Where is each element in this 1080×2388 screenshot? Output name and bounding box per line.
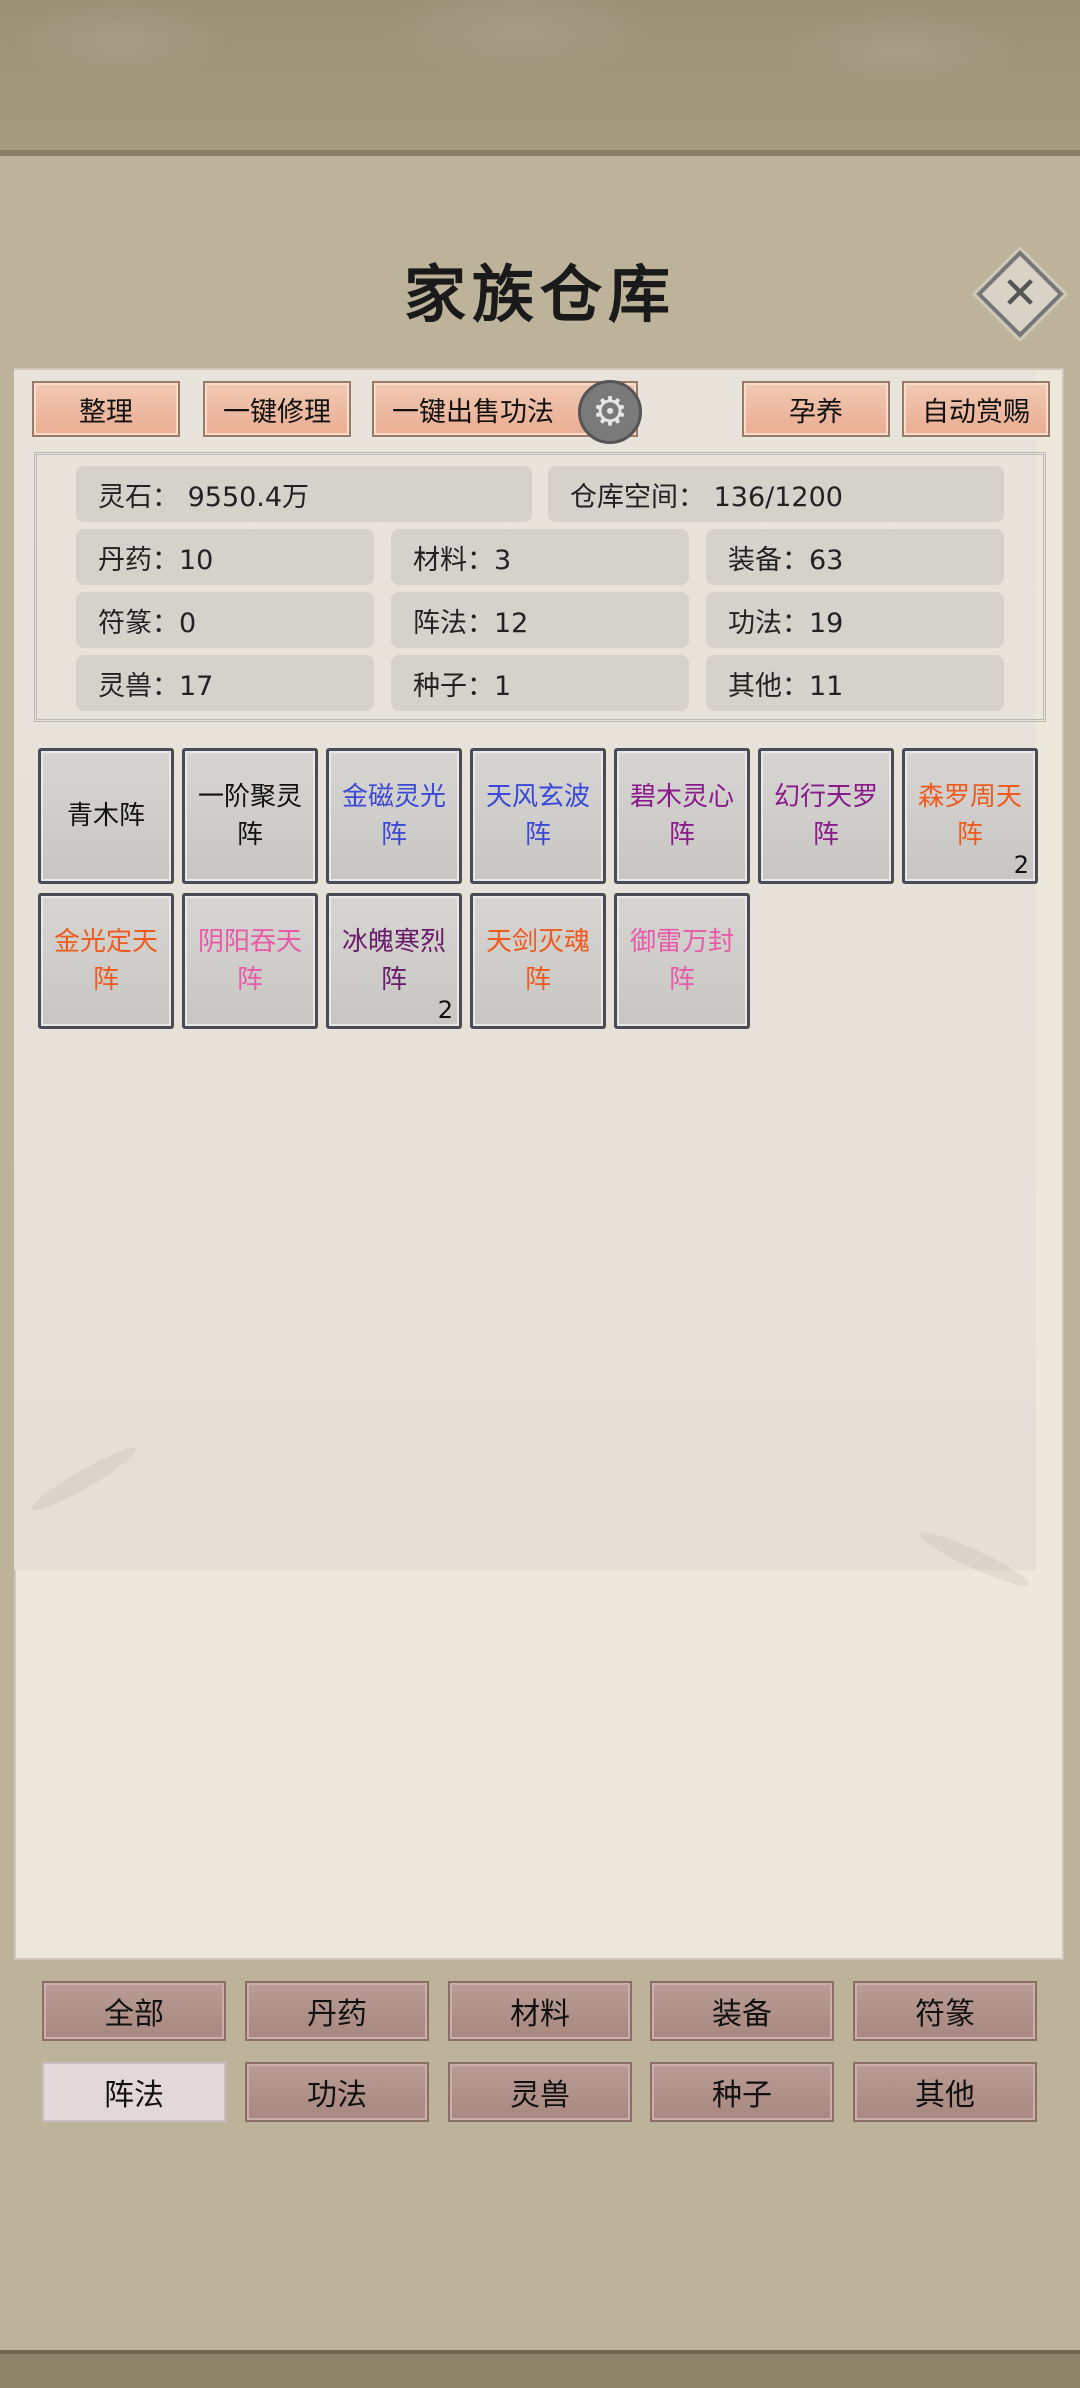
breed-button[interactable]: 孕养 <box>742 381 890 437</box>
spirit-stone-stat: 灵石： 9550.4万 <box>76 466 532 522</box>
formations-stat: 阵法：12 <box>391 592 689 648</box>
item-slot[interactable]: 冰魄寒烈阵 2 <box>326 893 462 1029</box>
seeds-stat: 种子：1 <box>391 655 689 711</box>
equipment-stat: 装备：63 <box>706 529 1004 585</box>
item-name: 冰魄寒烈阵 <box>341 927 446 995</box>
item-slot[interactable]: 天风玄波阵 <box>470 748 606 884</box>
top-decoration <box>0 0 1080 156</box>
storage-space-stat: 仓库空间： 136/1200 <box>548 466 1004 522</box>
tab-skills[interactable]: 功法 <box>245 2062 429 2122</box>
item-name: 阴阳吞天阵 <box>197 927 302 995</box>
item-slot[interactable]: 幻行天罗阵 <box>758 748 894 884</box>
auto-reward-button[interactable]: 自动赏赐 <box>902 381 1050 437</box>
item-name: 青木阵 <box>66 801 145 831</box>
gear-icon[interactable]: ⚙ <box>578 380 642 444</box>
item-name: 天风玄波阵 <box>485 782 590 850</box>
tab-seeds[interactable]: 种子 <box>650 2062 834 2122</box>
skills-stat: 功法：19 <box>706 592 1004 648</box>
item-name: 天剑灭魂阵 <box>485 927 590 995</box>
tab-talismans[interactable]: 符篆 <box>853 1981 1037 2041</box>
page-title: 家族仓库 <box>403 258 676 331</box>
item-slot[interactable]: 御雷万封阵 <box>614 893 750 1029</box>
item-slot[interactable]: 金磁灵光阵 <box>326 748 462 884</box>
tab-equipment[interactable]: 装备 <box>650 1981 834 2041</box>
item-name: 金光定天阵 <box>53 927 158 995</box>
bamboo-leaf-decoration <box>27 1441 141 1517</box>
item-name: 一阶聚灵阵 <box>197 782 302 850</box>
item-name: 碧木灵心阵 <box>629 782 734 850</box>
repair-all-button[interactable]: 一键修理 <box>203 381 351 437</box>
item-slot[interactable]: 一阶聚灵阵 <box>182 748 318 884</box>
tab-beasts[interactable]: 灵兽 <box>448 2062 632 2122</box>
bottom-decoration <box>0 2350 1080 2388</box>
item-slot[interactable]: 碧木灵心阵 <box>614 748 750 884</box>
item-name: 御雷万封阵 <box>629 927 734 995</box>
beasts-stat: 灵兽：17 <box>76 655 374 711</box>
item-slot[interactable]: 森罗周天阵 2 <box>902 748 1038 884</box>
item-name: 金磁灵光阵 <box>341 782 446 850</box>
item-name: 森罗周天阵 <box>917 782 1022 850</box>
item-slot[interactable]: 金光定天阵 <box>38 893 174 1029</box>
others-stat: 其他：11 <box>706 655 1004 711</box>
item-slot[interactable]: 阴阳吞天阵 <box>182 893 318 1029</box>
tab-formations[interactable]: 阵法 <box>42 2062 226 2122</box>
item-slot[interactable]: 天剑灭魂阵 <box>470 893 606 1029</box>
sell-all-skills-label: 一键出售功法 <box>392 396 554 428</box>
tab-pills[interactable]: 丹药 <box>245 1981 429 2041</box>
materials-stat: 材料：3 <box>391 529 689 585</box>
pills-stat: 丹药：10 <box>76 529 374 585</box>
close-icon: ✕ <box>1001 268 1039 319</box>
item-count: 2 <box>437 996 453 1024</box>
item-name: 幻行天罗阵 <box>773 782 878 850</box>
item-count: 2 <box>1013 851 1029 879</box>
sort-button[interactable]: 整理 <box>32 381 180 437</box>
item-slot[interactable]: 青木阵 <box>38 748 174 884</box>
talismans-stat: 符篆：0 <box>76 592 374 648</box>
close-button[interactable]: ✕ <box>976 250 1064 338</box>
tab-materials[interactable]: 材料 <box>448 1981 632 2041</box>
tab-all[interactable]: 全部 <box>42 1981 226 2041</box>
tab-others[interactable]: 其他 <box>853 2062 1037 2122</box>
